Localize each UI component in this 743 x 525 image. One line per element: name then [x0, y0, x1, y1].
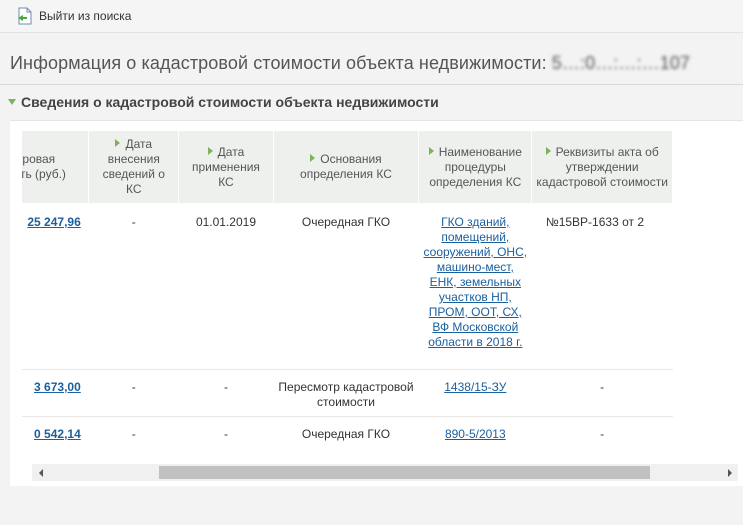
value-link[interactable]: 25 247,96 [27, 215, 80, 229]
cell-date-applied: - [178, 369, 274, 417]
column-header-procedure[interactable]: Наименование процедуры определения КС [418, 131, 533, 205]
exit-search-label: Выйти из поиска [39, 9, 132, 23]
cell-procedure: 890-5/2013 [418, 416, 532, 446]
scrollbar-thumb[interactable] [159, 466, 650, 479]
cell-date-entered: - [88, 369, 179, 417]
collapse-triangle-icon [8, 99, 16, 105]
cell-act: - [531, 416, 673, 446]
cadastral-value-table: кадастровая стоимость (руб.) Дата внесен… [22, 131, 673, 446]
cell-date-applied: 01.01.2019 [178, 204, 274, 370]
column-header-label: кадастровая стоимость (руб.) [22, 152, 66, 181]
cell-value: 25 247,96 [22, 204, 89, 370]
cell-procedure: ГКО зданий, помещений, сооружений, ОНС, … [418, 204, 532, 370]
column-header-date-applied[interactable]: Дата применения КС [178, 131, 274, 205]
cell-date-applied: - [178, 416, 274, 446]
arrow-right-icon [727, 468, 732, 477]
page-title-text: Информация о кадастровой стоимости объек… [10, 53, 547, 73]
sort-arrow-icon [428, 146, 434, 155]
cell-date-entered: - [88, 416, 179, 446]
column-header-label: Дата внесения сведений о КС [102, 137, 165, 196]
value-link[interactable]: 3 673,00 [34, 380, 81, 394]
table-row: 3 673,00 - - Пересмотр кадастровой стоим… [22, 369, 673, 417]
section-header[interactable]: Сведения о кадастровой стоимости объекта… [8, 94, 439, 110]
sort-arrow-icon [115, 139, 121, 147]
cell-basis: Очередная ГКО [273, 416, 419, 446]
cell-act: - [531, 369, 673, 417]
section-title: Сведения о кадастровой стоимости объекта… [21, 94, 439, 110]
column-header-label: Дата применения КС [192, 144, 260, 189]
scroll-left-button[interactable] [32, 464, 49, 481]
page-title: Информация о кадастровой стоимости объек… [10, 53, 690, 74]
column-header-date-entered[interactable]: Дата внесения сведений о КС [88, 131, 180, 205]
cell-basis: Пересмотр кадастровой стоимости [273, 369, 419, 417]
cell-act: №15ВР-1633 от 2 [531, 204, 673, 370]
sort-arrow-icon [310, 154, 316, 162]
exit-search-button[interactable]: Выйти из поиска [17, 6, 131, 26]
column-header-label: Наименование процедуры определения КС [429, 144, 522, 189]
cadastral-number: 5…:0…:…:…107 [551, 53, 691, 73]
procedure-link[interactable]: 890-5/2013 [445, 427, 506, 441]
toolbar: Выйти из поиска [0, 0, 743, 33]
cadastral-value-panel: кадастровая стоимость (руб.) Дата внесен… [10, 120, 743, 486]
horizontal-scrollbar[interactable] [32, 464, 738, 481]
value-link[interactable]: 0 542,14 [34, 427, 81, 441]
column-header-basis[interactable]: Основания определения КС [273, 131, 420, 205]
column-header-value[interactable]: кадастровая стоимость (руб.) [22, 131, 90, 205]
column-header-act[interactable]: Реквизиты акта об утверждении кадастрово… [531, 131, 673, 205]
cell-basis: Очередная ГКО [273, 204, 419, 370]
sort-arrow-icon [545, 146, 551, 155]
cadastral-value-grid: кадастровая стоимость (руб.) Дата внесен… [22, 131, 743, 446]
exit-document-icon [18, 7, 32, 25]
cell-procedure: 1438/15-ЗУ [418, 369, 532, 417]
cell-value: 3 673,00 [22, 369, 89, 417]
title-divider [0, 84, 743, 85]
arrow-left-icon [38, 468, 43, 477]
sort-arrow-icon [207, 146, 213, 155]
procedure-link[interactable]: ГКО зданий, помещений, сооружений, ОНС, … [424, 215, 528, 349]
table-row: 25 247,96 - 01.01.2019 Очередная ГКО ГКО… [22, 204, 673, 370]
procedure-link[interactable]: 1438/15-ЗУ [444, 380, 506, 394]
table-row: 0 542,14 - - Очередная ГКО 890-5/2013 - [22, 416, 673, 446]
cell-date-entered: - [88, 204, 179, 370]
cell-value: 0 542,14 [22, 416, 89, 446]
column-header-label: Реквизиты акта об утверждении кадастрово… [536, 144, 668, 189]
table-header-row: кадастровая стоимость (руб.) Дата внесен… [22, 131, 673, 205]
scroll-right-button[interactable] [721, 464, 738, 481]
